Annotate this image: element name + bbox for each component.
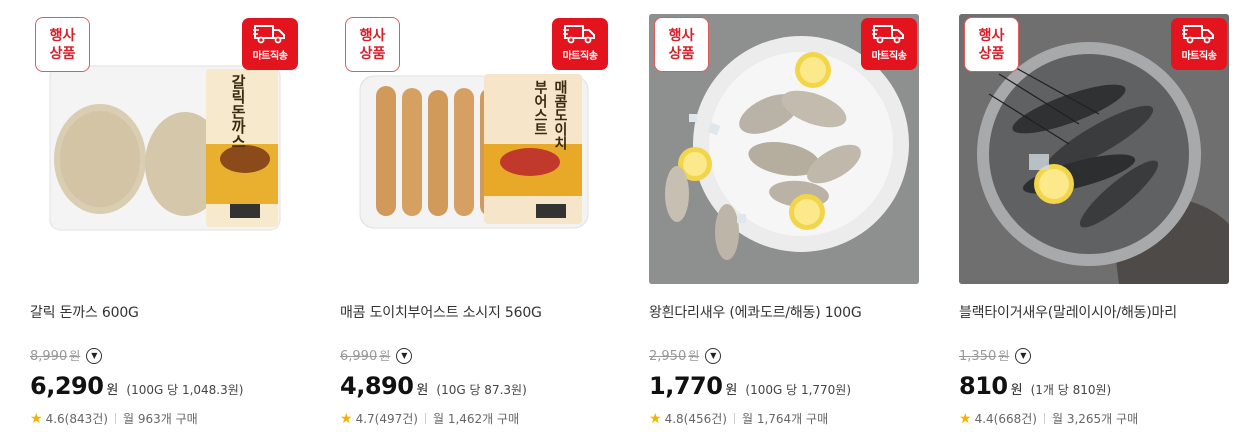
- unit-price: (100G 당 1,048.3원): [126, 383, 244, 397]
- rating-row: ★ 4.4 (668건) 월 3,265개 구매: [959, 410, 1138, 427]
- promo-badge-line1: 행사: [49, 27, 76, 44]
- truck-icon: [253, 25, 285, 44]
- original-price-unit: 원: [379, 349, 391, 363]
- price-row: 6,290 원 (100G 당 1,048.3원): [30, 372, 243, 400]
- original-price-value: 1,350: [959, 349, 997, 364]
- product-card-sausage[interactable]: 매콤도이치부어스트 행사 상품 마트직송 매콤 도이치부어스트 소시지 560G…: [340, 0, 612, 439]
- original-price: 2,950 원: [649, 347, 699, 364]
- monthly-purchases: 월 1,764개 구매: [741, 412, 829, 426]
- promo-badge-line1: 행사: [668, 27, 695, 44]
- original-price-row: 6,990 원 ▼: [340, 347, 413, 364]
- product-card-black-tiger-shrimp[interactable]: 행사 상품 마트직송 블랙타이거새우(말레이시아/해동)마리 1,350 원 ▼ …: [959, 0, 1231, 439]
- monthly-purchases: 월 963개 구매: [122, 412, 198, 426]
- sale-price: 1,770: [649, 372, 723, 400]
- truck-icon: [872, 25, 904, 44]
- rating-row: ★ 4.6 (843건) 월 963개 구매: [30, 410, 198, 427]
- divider: [424, 413, 426, 424]
- product-image[interactable]: 행사 상품 마트직송: [649, 14, 919, 284]
- promo-badge-line1: 행사: [359, 27, 386, 44]
- original-price-value: 8,990: [30, 349, 68, 364]
- product-card-white-shrimp[interactable]: 행사 상품 마트직송 왕흰다리새우 (에콰도르/해동) 100G 2,950 원 …: [649, 0, 921, 439]
- chevron-down-icon[interactable]: ▼: [705, 347, 722, 364]
- sale-price: 6,290: [30, 372, 104, 400]
- divider: [114, 413, 116, 424]
- chevron-down-icon[interactable]: ▼: [86, 347, 103, 364]
- sale-price: 4,890: [340, 372, 414, 400]
- product-image[interactable]: 갈릭돈까스 행사 상품 마트직송: [30, 14, 300, 284]
- rating-value: 4.4: [974, 411, 994, 426]
- price-unit: 원: [106, 383, 119, 398]
- package-text: 갈릭돈까스: [229, 74, 247, 149]
- product-card-cutlet[interactable]: 갈릭돈까스 행사 상품 마트직송 갈릭 돈까스 600G 8,990 원 ▼ 6,…: [30, 0, 302, 439]
- chevron-down-icon[interactable]: ▼: [396, 347, 413, 364]
- star-icon: ★: [340, 410, 353, 427]
- delivery-badge: 마트직송: [861, 18, 917, 70]
- original-price-row: 8,990 원 ▼: [30, 347, 103, 364]
- promo-badge-line2: 상품: [978, 45, 1005, 62]
- original-price: 1,350 원: [959, 347, 1009, 364]
- rating-row: ★ 4.7 (497건) 월 1,462개 구매: [340, 410, 519, 427]
- delivery-badge-label: 마트직송: [562, 51, 598, 62]
- truck-icon: [563, 25, 595, 44]
- promo-badge-line1: 행사: [978, 27, 1005, 44]
- original-price-value: 6,990: [340, 349, 378, 364]
- monthly-purchases: 월 1,462개 구매: [432, 412, 520, 426]
- price-unit: 원: [416, 383, 429, 398]
- product-title[interactable]: 매콤 도이치부어스트 소시지 560G: [340, 302, 542, 322]
- promo-badge: 행사 상품: [964, 17, 1019, 72]
- truck-icon: [1182, 25, 1214, 44]
- review-count[interactable]: (497건): [375, 410, 418, 427]
- price-unit: 원: [725, 383, 738, 398]
- product-title[interactable]: 블랙타이거새우(말레이시아/해동)마리: [959, 302, 1177, 322]
- delivery-badge-label: 마트직송: [1181, 51, 1217, 62]
- promo-badge-line2: 상품: [668, 45, 695, 62]
- rating-value: 4.7: [355, 411, 375, 426]
- divider: [1043, 413, 1045, 424]
- star-icon: ★: [30, 410, 43, 427]
- original-price-row: 2,950 원 ▼: [649, 347, 722, 364]
- original-price-row: 1,350 원 ▼: [959, 347, 1032, 364]
- rating-value: 4.8: [664, 411, 684, 426]
- promo-badge: 행사 상품: [35, 17, 90, 72]
- package-text: 매콤도이치부어스트: [532, 80, 568, 150]
- delivery-badge: 마트직송: [552, 18, 608, 70]
- unit-price: (10G 당 87.3원): [436, 383, 527, 397]
- product-image[interactable]: 행사 상품 마트직송: [959, 14, 1229, 284]
- price-row: 810 원 (1개 당 810원): [959, 372, 1111, 400]
- chevron-down-icon[interactable]: ▼: [1015, 347, 1032, 364]
- star-icon: ★: [649, 410, 662, 427]
- rating-value: 4.6: [45, 411, 65, 426]
- delivery-badge: 마트직송: [242, 18, 298, 70]
- original-price-unit: 원: [69, 349, 81, 363]
- monthly-purchases: 월 3,265개 구매: [1051, 412, 1139, 426]
- unit-price: (100G 당 1,770원): [745, 383, 852, 397]
- star-icon: ★: [959, 410, 972, 427]
- original-price: 6,990 원: [340, 347, 390, 364]
- delivery-badge-label: 마트직송: [871, 51, 907, 62]
- product-title[interactable]: 왕흰다리새우 (에콰도르/해동) 100G: [649, 302, 862, 322]
- rating-row: ★ 4.8 (456건) 월 1,764개 구매: [649, 410, 828, 427]
- price-unit: 원: [1010, 383, 1023, 398]
- original-price: 8,990 원: [30, 347, 80, 364]
- promo-badge: 행사 상품: [654, 17, 709, 72]
- product-image[interactable]: 매콤도이치부어스트 행사 상품 마트직송: [340, 14, 610, 284]
- sale-price: 810: [959, 372, 1008, 400]
- product-grid: 갈릭돈까스 행사 상품 마트직송 갈릭 돈까스 600G 8,990 원 ▼ 6,…: [0, 0, 1254, 439]
- price-row: 1,770 원 (100G 당 1,770원): [649, 372, 851, 400]
- original-price-unit: 원: [998, 349, 1010, 363]
- original-price-unit: 원: [688, 349, 700, 363]
- review-count[interactable]: (668건): [994, 410, 1037, 427]
- promo-badge: 행사 상품: [345, 17, 400, 72]
- promo-badge-line2: 상품: [49, 45, 76, 62]
- review-count[interactable]: (456건): [684, 410, 727, 427]
- product-title[interactable]: 갈릭 돈까스 600G: [30, 302, 139, 322]
- original-price-value: 2,950: [649, 349, 687, 364]
- review-count[interactable]: (843건): [65, 410, 108, 427]
- divider: [733, 413, 735, 424]
- price-row: 4,890 원 (10G 당 87.3원): [340, 372, 527, 400]
- unit-price: (1개 당 810원): [1030, 383, 1112, 397]
- promo-badge-line2: 상품: [359, 45, 386, 62]
- delivery-badge-label: 마트직송: [252, 51, 288, 62]
- delivery-badge: 마트직송: [1171, 18, 1227, 70]
